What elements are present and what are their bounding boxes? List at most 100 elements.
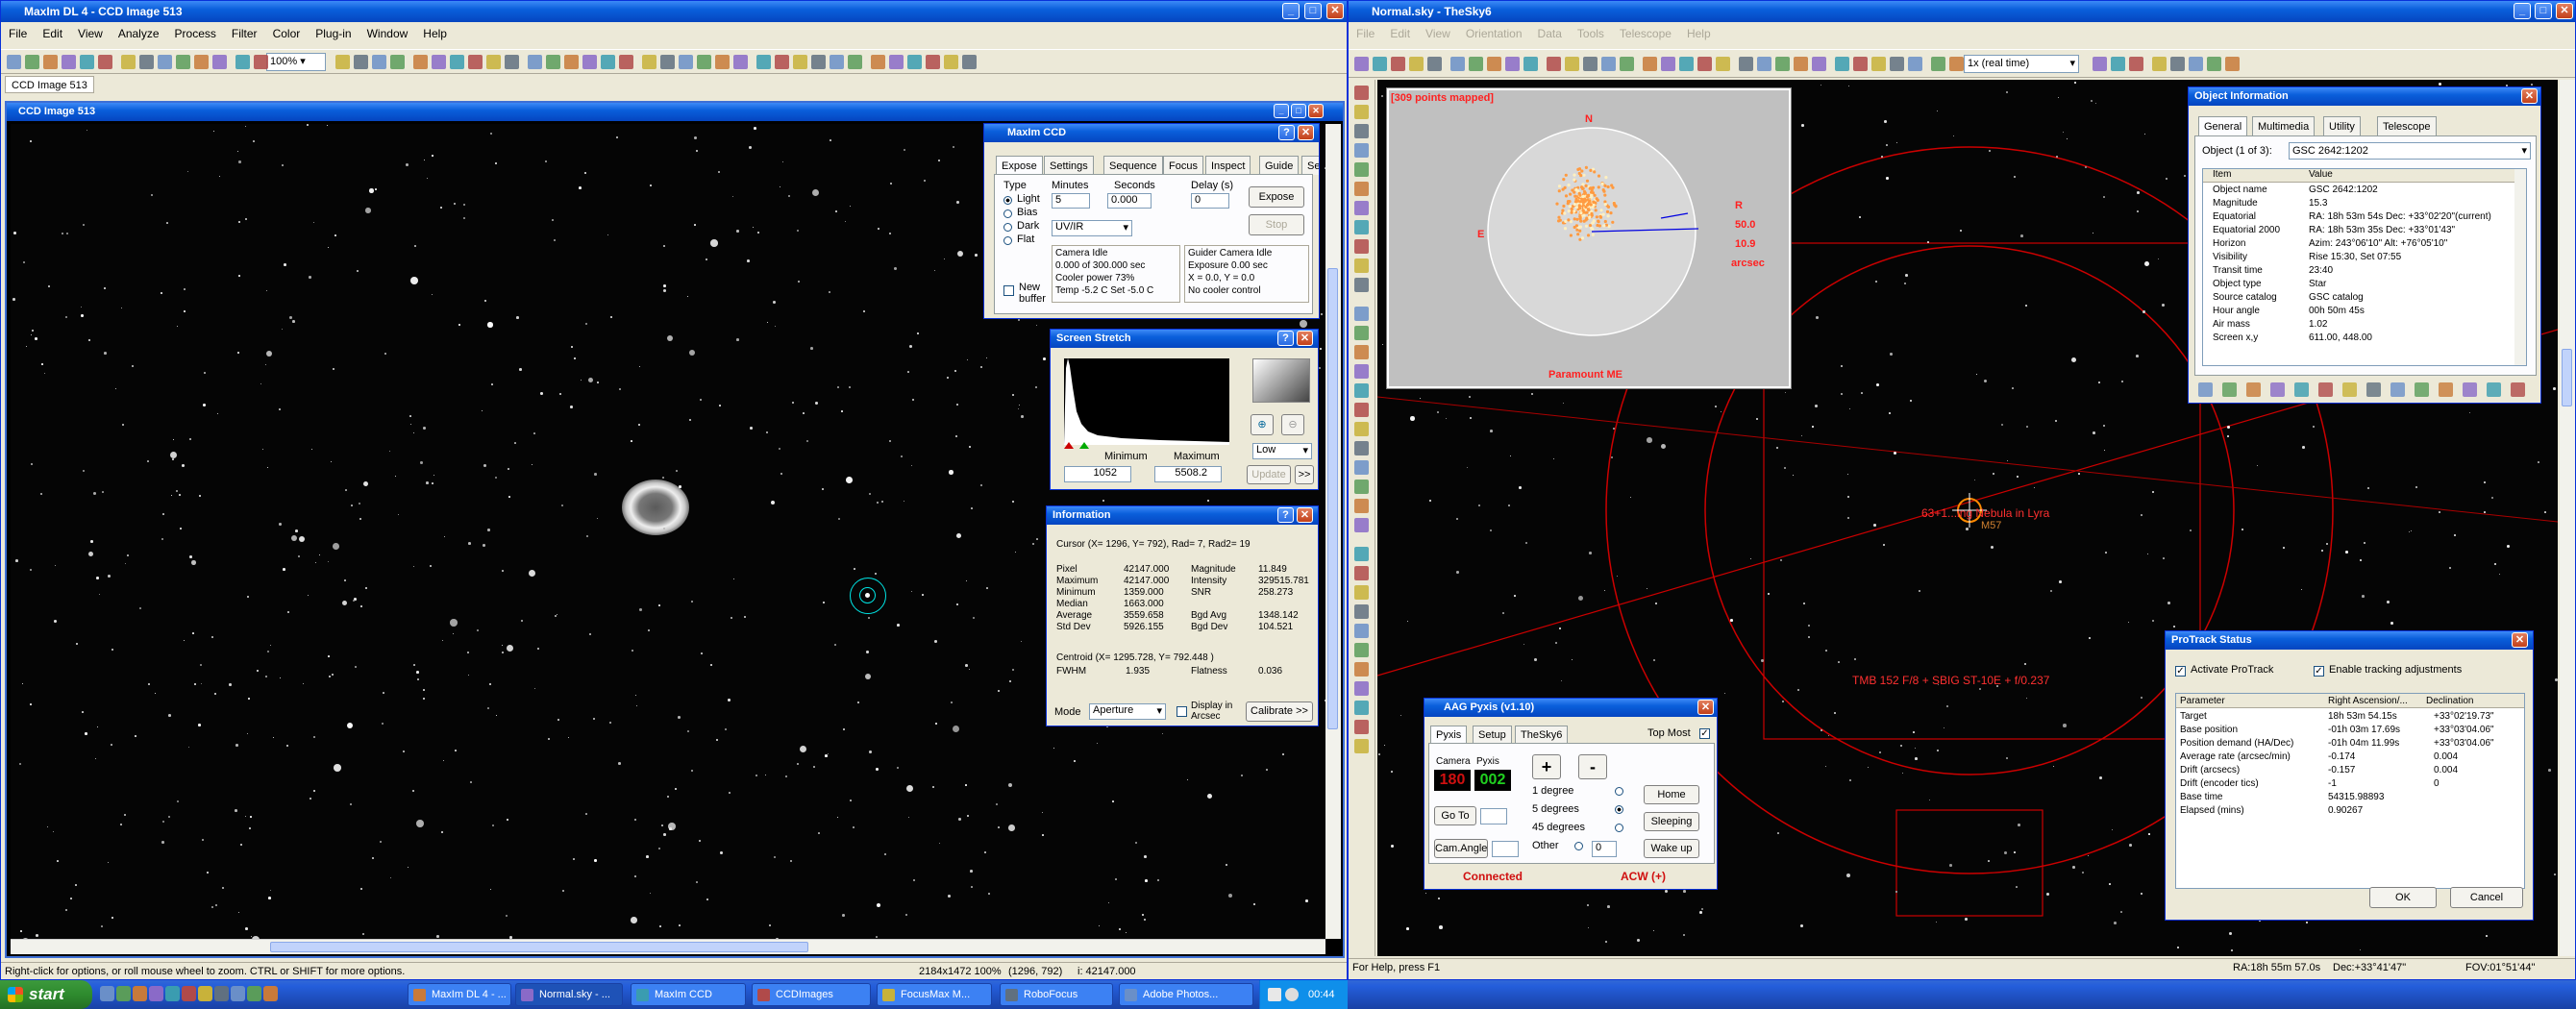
- side-tool-icon[interactable]: [1354, 480, 1369, 494]
- ccd-titlebar[interactable]: MaxIm CCD: [984, 124, 1319, 142]
- table-row[interactable]: Drift (encoder tics) -1 0: [2176, 778, 2524, 792]
- ccd-close-button[interactable]: ✕: [1298, 125, 1314, 140]
- enable-tracking-checkbox[interactable]: ✓: [2314, 666, 2324, 677]
- image-close-button[interactable]: ✕: [1308, 104, 1324, 118]
- tab-inspect[interactable]: Inspect: [1205, 156, 1251, 175]
- toolbar-tool-icon[interactable]: [756, 55, 771, 69]
- side-tool-icon[interactable]: [1354, 604, 1369, 619]
- calibrate-button[interactable]: Calibrate >>: [1246, 701, 1313, 722]
- toolbar-tool-icon[interactable]: [926, 55, 940, 69]
- toolbar-tool-icon[interactable]: [1505, 57, 1520, 71]
- toolbar-tool-icon[interactable]: [1931, 57, 1945, 71]
- toolbar-tool-icon[interactable]: [811, 55, 826, 69]
- toolbar-tool-icon[interactable]: [2170, 57, 2185, 71]
- table-row[interactable]: Horizon Azim: 243°06'10" Alt: +76°05'10": [2203, 238, 2514, 252]
- tab-guide[interactable]: Guide: [1259, 156, 1300, 175]
- toolbar-tool-icon[interactable]: [335, 55, 350, 69]
- zoom-select[interactable]: 100% ▾: [266, 53, 326, 71]
- toolbar-tool-icon[interactable]: [80, 55, 94, 69]
- toolbar-tool-icon[interactable]: [121, 55, 136, 69]
- side-tool-icon[interactable]: [1354, 220, 1369, 234]
- vertical-scrollbar[interactable]: [1325, 124, 1341, 939]
- ccd-help-button[interactable]: ?: [1278, 125, 1295, 140]
- tab-pyxis[interactable]: Pyxis: [1430, 726, 1468, 743]
- col-parameter[interactable]: Parameter: [2180, 694, 2225, 708]
- maximize-button[interactable]: □: [1304, 3, 1322, 19]
- toolbar-tool-icon[interactable]: [25, 55, 39, 69]
- toolbar-tool-icon[interactable]: [1601, 57, 1616, 71]
- menu-plug-in[interactable]: Plug-in: [308, 24, 359, 43]
- stretch-expand-button[interactable]: >>: [1295, 465, 1314, 484]
- toolbar-tool-icon[interactable]: [528, 55, 542, 69]
- expose-button[interactable]: Expose: [1249, 186, 1304, 208]
- side-tool-icon[interactable]: [1354, 182, 1369, 196]
- side-tool-icon[interactable]: [1354, 585, 1369, 600]
- col-dec[interactable]: Declination: [2426, 694, 2473, 708]
- radio-bias[interactable]: [1003, 209, 1012, 218]
- side-tool-icon[interactable]: [1354, 364, 1369, 379]
- side-tool-icon[interactable]: [1354, 239, 1369, 254]
- quick-launch-icon[interactable]: [133, 986, 147, 1001]
- table-row[interactable]: Position demand (HA/Dec) -01h 04m 11.99s +…: [2176, 738, 2524, 751]
- objinfo-close-button[interactable]: ✕: [2521, 88, 2538, 104]
- side-tool-icon[interactable]: [1354, 345, 1369, 359]
- toolbar-tool-icon[interactable]: [176, 55, 190, 69]
- side-tool-icon[interactable]: [1354, 278, 1369, 292]
- sky6-close-button[interactable]: ✕: [2556, 3, 2573, 19]
- side-tool-icon[interactable]: [1354, 441, 1369, 455]
- objinfo-titlebar[interactable]: Object Information: [2189, 87, 2540, 106]
- toolbar-tool-icon[interactable]: [1949, 57, 1964, 71]
- toolbar-tool-icon[interactable]: [158, 55, 172, 69]
- table-row[interactable]: Source catalog GSC catalog: [2203, 292, 2514, 306]
- home-button[interactable]: Home: [1644, 785, 1699, 804]
- menu-view[interactable]: View: [70, 24, 111, 43]
- toolbar-tool-icon[interactable]: [1583, 57, 1598, 71]
- toolbar-tool-icon[interactable]: [1547, 57, 1561, 71]
- toolbar-tool-icon[interactable]: [1871, 57, 1886, 71]
- table-row[interactable]: Visibility Rise 15:30, Set 07:55: [2203, 252, 2514, 265]
- protrack-close-button[interactable]: ✕: [2512, 632, 2528, 648]
- toolbar-tool-icon[interactable]: [486, 55, 501, 69]
- toolbar-tool-icon[interactable]: [642, 55, 656, 69]
- image-minimize-button[interactable]: _: [1274, 104, 1289, 118]
- stop-button[interactable]: Stop: [1249, 214, 1304, 235]
- activate-protrack-checkbox[interactable]: ✓: [2175, 666, 2186, 677]
- toolbar-tool-icon[interactable]: [354, 55, 368, 69]
- toolbar-tool-icon[interactable]: [601, 55, 615, 69]
- quick-launch-icon[interactable]: [231, 986, 245, 1001]
- toolbar-tool-icon[interactable]: [1450, 57, 1465, 71]
- other-step-input[interactable]: 0: [1592, 841, 1617, 857]
- col-value[interactable]: Value: [2309, 169, 2333, 180]
- wake-up-button[interactable]: Wake up: [1644, 839, 1699, 858]
- sky6-titlebar[interactable]: Normal.sky - TheSky6: [1349, 1, 2575, 22]
- objinfo-tool-icon[interactable]: [2342, 382, 2357, 397]
- side-tool-icon[interactable]: [1354, 86, 1369, 100]
- menu-edit[interactable]: Edit: [1382, 24, 1418, 43]
- image-maximize-button[interactable]: □: [1291, 104, 1306, 118]
- toolbar-tool-icon[interactable]: [1427, 57, 1442, 71]
- toolbar-tool-icon[interactable]: [390, 55, 405, 69]
- cam-angle-button[interactable]: Cam.Angle: [1434, 839, 1488, 858]
- toolbar-tool-icon[interactable]: [1643, 57, 1657, 71]
- toolbar-tool-icon[interactable]: [871, 55, 885, 69]
- toolbar-tool-icon[interactable]: [889, 55, 904, 69]
- objinfo-tool-icon[interactable]: [2294, 382, 2309, 397]
- toolbar-tool-icon[interactable]: [1661, 57, 1675, 71]
- time-rate-select[interactable]: 1x (real time) ▾: [1964, 55, 2079, 73]
- toolbar-tool-icon[interactable]: [194, 55, 209, 69]
- rotate-plus-button[interactable]: +: [1532, 754, 1561, 779]
- maxim-titlebar[interactable]: MaxIm DL 4 - CCD Image 513: [1, 1, 1347, 22]
- zoom-out-icon[interactable]: ⊖: [1281, 414, 1304, 435]
- col-ra[interactable]: Right Ascension/...: [2328, 694, 2408, 708]
- side-tool-icon[interactable]: [1354, 739, 1369, 753]
- taskbar-button-maxim-ccd[interactable]: MaxIm CCD: [631, 983, 746, 1006]
- step-radio-other[interactable]: [1574, 842, 1583, 850]
- taskbar-button-adobe-photos[interactable]: Adobe Photos...: [1119, 983, 1253, 1006]
- toolbar-tool-icon[interactable]: [2129, 57, 2143, 71]
- toolbar-tool-icon[interactable]: [1835, 57, 1849, 71]
- toolbar-tool-icon[interactable]: [793, 55, 807, 69]
- tab-sequence[interactable]: Sequence: [1103, 156, 1163, 175]
- toolbar-tool-icon[interactable]: [372, 55, 386, 69]
- toolbar-tool-icon[interactable]: [1716, 57, 1730, 71]
- toolbar-tool-icon[interactable]: [564, 55, 579, 69]
